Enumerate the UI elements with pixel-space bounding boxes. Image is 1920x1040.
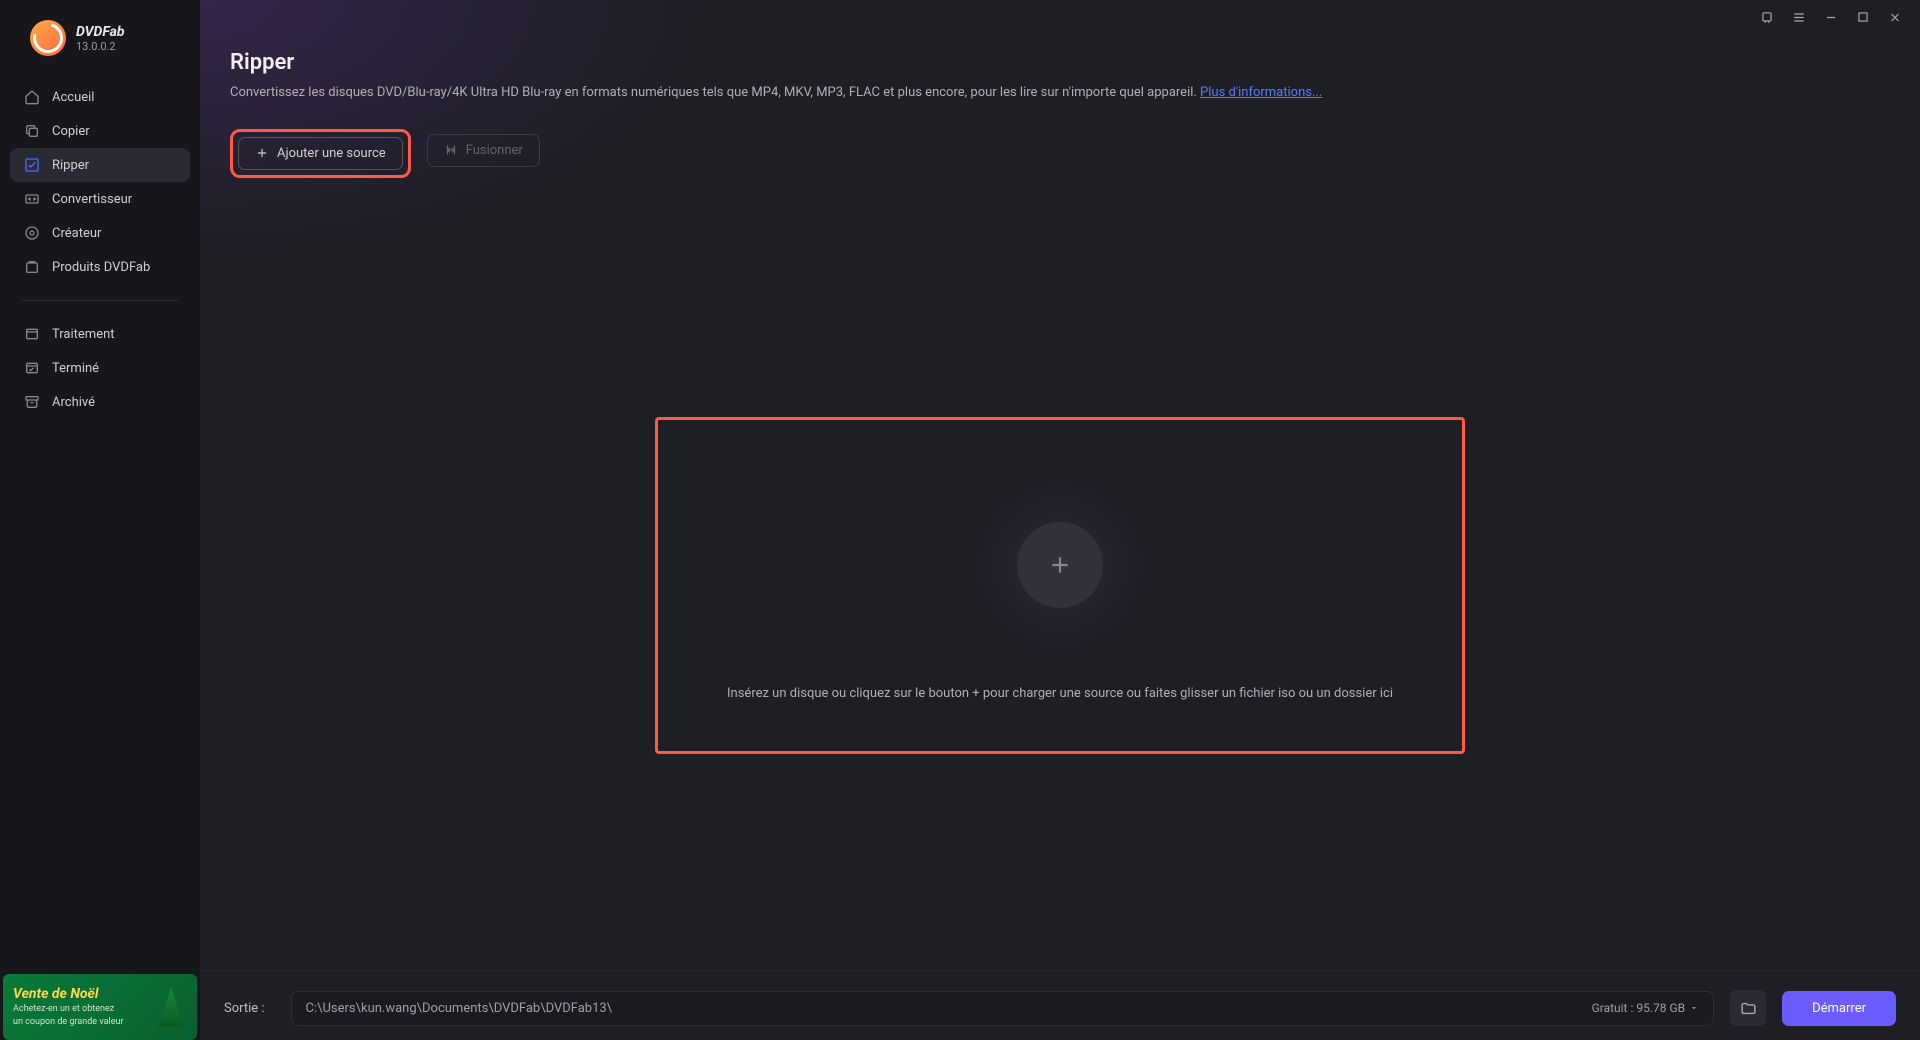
browse-folder-button[interactable] [1730,990,1766,1026]
sidebar-item-label: Terminé [52,361,99,376]
sidebar-item-label: Archivé [52,395,95,410]
maximize-icon[interactable] [1856,10,1870,24]
sidebar-item-label: Convertisseur [52,192,132,207]
ripper-icon [24,157,40,173]
app-root: DVDFab 13.0.0.2 Accueil Copier Ripper Co… [0,0,1920,1040]
sidebar-header: DVDFab 13.0.0.2 [0,12,200,74]
page-description: Convertissez les disques DVD/Blu-ray/4K … [230,83,1890,103]
folder-icon [1740,1000,1757,1017]
sidebar-item-label: Créateur [52,226,101,241]
primary-nav: Accueil Copier Ripper Convertisseur Créa… [0,74,200,290]
more-info-link[interactable]: Plus d'informations... [1200,85,1322,100]
menu-icon[interactable] [1792,10,1806,24]
minimize-icon[interactable] [1824,10,1838,24]
add-source-highlight: Ajouter une source [230,129,411,178]
merge-wrap: Fusionner [427,129,540,172]
tasks-nav: Traitement Terminé Archivé [0,311,200,425]
sidebar-item-termine[interactable]: Terminé [10,351,190,385]
add-source-button[interactable]: Ajouter une source [238,137,403,170]
promo-line1: Achetez-en un et obtenez [13,1004,123,1015]
drop-highlight-region[interactable]: Insérez un disque ou cliquez sur le bout… [655,417,1465,754]
promo-line2: un coupon de grande valeur [13,1017,123,1028]
sidebar-item-convertisseur[interactable]: Convertisseur [10,182,190,216]
output-label: Sortie : [224,1001,265,1016]
app-name: DVDFab [76,24,125,40]
free-space-text: Gratuit : 95.78 GB [1592,1001,1686,1015]
merge-label: Fusionner [466,143,523,158]
sidebar-item-createur[interactable]: Créateur [10,216,190,250]
christmas-tree-icon [155,987,187,1027]
promo-title: Vente de Noël [13,986,123,1002]
sidebar-item-label: Produits DVDFab [52,260,150,275]
sidebar-item-label: Ripper [52,158,89,173]
free-space-indicator[interactable]: Gratuit : 95.78 GB [1592,1001,1700,1015]
drop-circle-glow [975,480,1145,650]
action-row: Ajouter une source Fusionner [200,111,1920,196]
nav-divider [22,300,178,301]
promo-text-block: Vente de Noël Achetez-en un et obtenez u… [13,986,123,1028]
plus-icon [1047,552,1073,578]
drop-add-button[interactable] [1017,522,1103,608]
sidebar-item-label: Traitement [52,327,115,342]
output-path-field[interactable]: C:\Users\kun.wang\Documents\DVDFab\DVDFa… [291,991,1715,1026]
drop-hint-text: Insérez un disque ou cliquez sur le bout… [727,686,1393,701]
content-header: Ripper Convertissez les disques DVD/Blu-… [200,34,1920,111]
sidebar: DVDFab 13.0.0.2 Accueil Copier Ripper Co… [0,0,200,1040]
copy-icon [24,123,40,139]
app-title-block: DVDFab 13.0.0.2 [76,24,125,53]
app-version: 13.0.0.2 [76,40,125,53]
promo-card[interactable]: Vente de Noël Achetez-en un et obtenez u… [3,974,197,1040]
add-source-label: Ajouter une source [277,146,386,161]
processing-icon [24,326,40,342]
sidebar-item-ripper[interactable]: Ripper [10,148,190,182]
output-path-text: C:\Users\kun.wang\Documents\DVDFab\DVDFa… [306,1001,613,1016]
sidebar-item-label: Accueil [52,90,94,105]
titlebar [200,0,1920,34]
app-logo [30,20,66,56]
pin-icon[interactable] [1760,10,1774,24]
sidebar-item-traitement[interactable]: Traitement [10,317,190,351]
drop-area: Insérez un disque ou cliquez sur le bout… [200,196,1920,976]
main-panel: Ripper Convertissez les disques DVD/Blu-… [200,0,1920,1040]
page-title: Ripper [230,50,1890,75]
converter-icon [24,191,40,207]
start-button[interactable]: Démarrer [1782,991,1896,1026]
plus-icon [255,146,269,160]
footer-bar: Sortie : C:\Users\kun.wang\Documents\DVD… [200,975,1920,1040]
sidebar-item-accueil[interactable]: Accueil [10,80,190,114]
page-description-text: Convertissez les disques DVD/Blu-ray/4K … [230,85,1200,100]
close-icon[interactable] [1888,10,1902,24]
creator-icon [24,225,40,241]
sidebar-item-label: Copier [52,124,90,139]
sidebar-item-produits[interactable]: Produits DVDFab [10,250,190,284]
chevron-down-icon [1689,1003,1699,1013]
products-icon [24,259,40,275]
sidebar-item-copier[interactable]: Copier [10,114,190,148]
done-icon [24,360,40,376]
archive-icon [24,394,40,410]
sidebar-item-archive[interactable]: Archivé [10,385,190,419]
home-icon [24,89,40,105]
merge-icon [444,143,458,157]
merge-button[interactable]: Fusionner [427,134,540,167]
